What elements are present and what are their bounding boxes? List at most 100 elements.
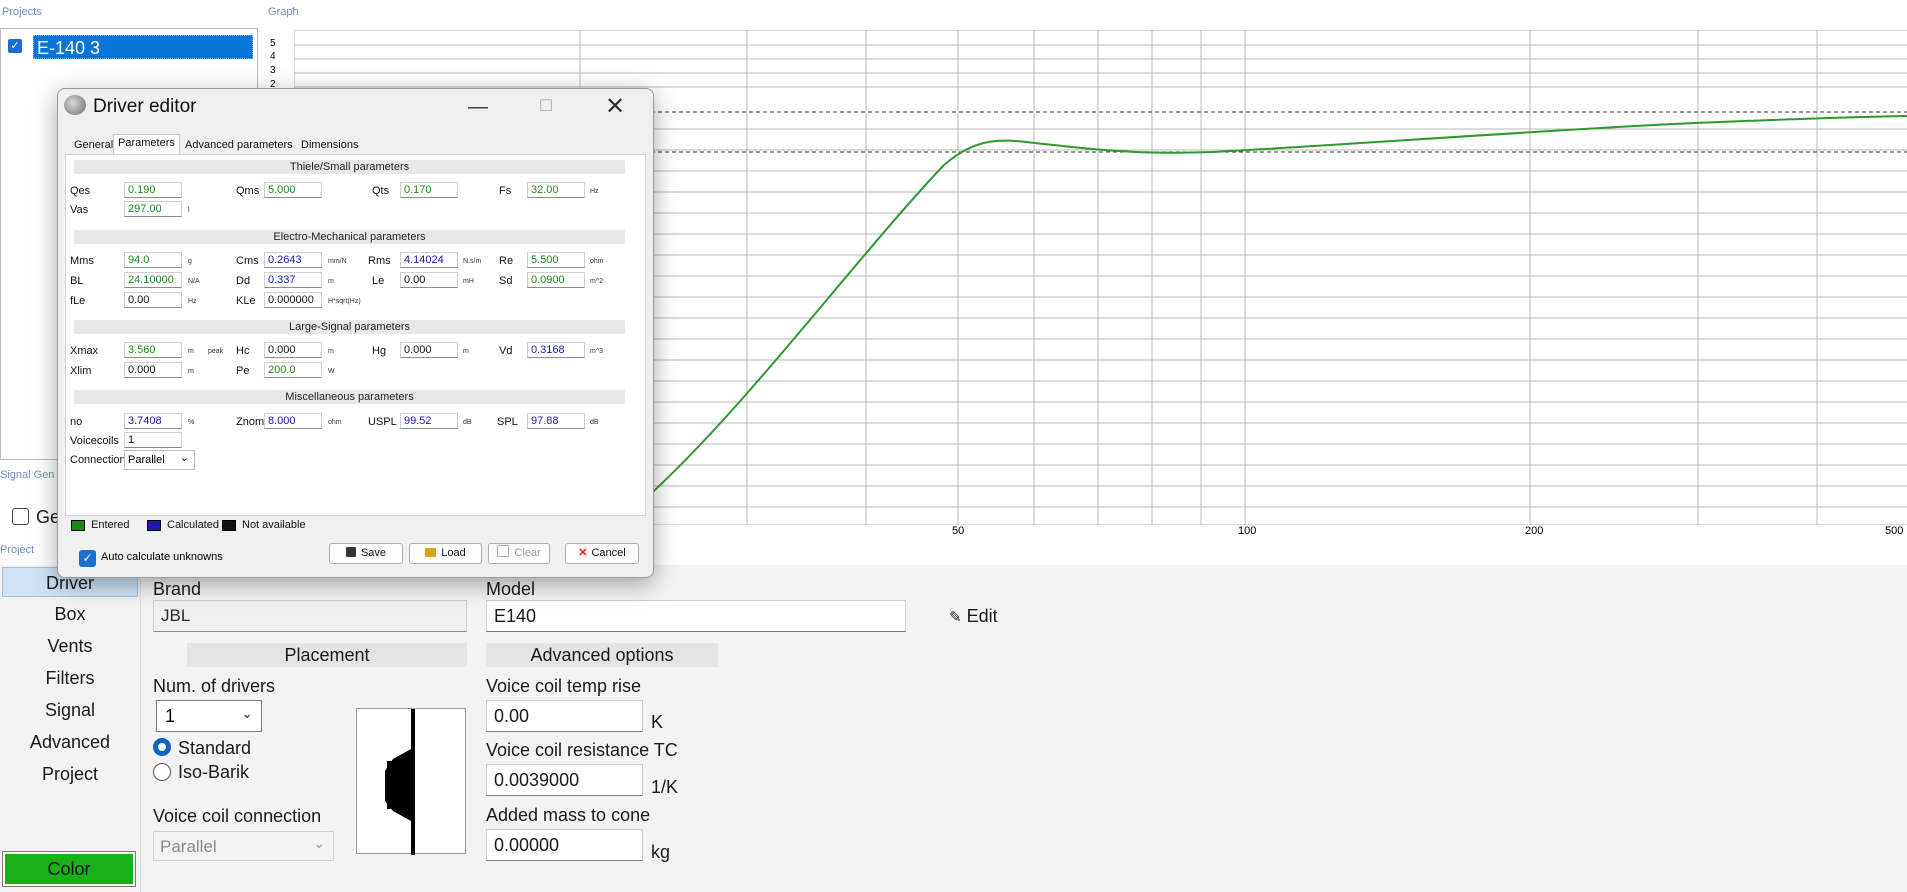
no-field[interactable]: 3.7408 <box>124 413 182 429</box>
brand-field[interactable]: JBL <box>153 600 467 632</box>
tab-dimensions[interactable]: Dimensions <box>297 137 362 154</box>
mms-field[interactable]: 94.0 <box>124 252 182 268</box>
model-field[interactable]: E140 <box>486 600 906 632</box>
param-label: no <box>70 416 83 428</box>
advanced-options-header: Advanced options <box>486 643 718 667</box>
cancel-label: Cancel <box>591 547 626 559</box>
param-label: Xlim <box>70 365 92 377</box>
vc-temp-field[interactable]: 0.00 <box>486 700 643 732</box>
fle-field[interactable]: 0.00 <box>124 292 182 308</box>
legend-na-label: Not available <box>242 519 306 531</box>
voicecoils-field[interactable]: 1 <box>124 432 182 448</box>
qms-field[interactable]: 5.000 <box>264 182 322 198</box>
hc-field[interactable]: 0.000 <box>264 342 322 358</box>
dialog-title: Driver editor <box>93 96 197 117</box>
re-field[interactable]: 5.500 <box>527 252 585 268</box>
param-label: Re <box>499 255 514 267</box>
connection-value: Parallel <box>128 454 165 466</box>
nav-filters[interactable]: Filters <box>2 663 138 693</box>
hg-field[interactable]: 0.000 <box>400 342 458 358</box>
num-drivers-select[interactable]: 1 ⌄ <box>156 700 262 732</box>
param-unit: ohm <box>590 258 604 265</box>
param-unit: m <box>188 368 194 375</box>
param-unit: Hz <box>590 188 599 195</box>
qes-field[interactable]: 0.190 <box>124 182 182 198</box>
cancel-button[interactable]: ✕ Cancel <box>565 543 639 564</box>
param-unit: dB <box>463 419 472 426</box>
cms-field[interactable]: 0.2643 <box>264 252 322 268</box>
group-miscellaneous: Miscellaneous parameters <box>74 390 625 404</box>
group-thiele-small: Thiele/Small parameters <box>74 160 625 174</box>
dialog-titlebar[interactable]: Driver editor — ☐ ✕ <box>58 89 653 125</box>
vd-field[interactable]: 0.3168 <box>527 342 585 358</box>
y-tick-label: 4 <box>270 51 276 62</box>
vc-connection-label: Voice coil connection <box>153 806 322 826</box>
vc-tc-field[interactable]: 0.0039000 <box>486 764 643 796</box>
znom-field[interactable]: 8.000 <box>264 413 322 429</box>
color-button-label: Color <box>5 854 133 884</box>
project-item[interactable]: E-140 3 <box>33 35 253 59</box>
uspl-field[interactable]: 99.52 <box>400 413 458 429</box>
nav-project[interactable]: Project <box>2 759 138 789</box>
added-mass-field[interactable]: 0.00000 <box>486 829 643 861</box>
param-label: Hc <box>236 345 250 357</box>
edit-button[interactable]: ✎ Edit <box>949 606 998 627</box>
radio-standard[interactable] <box>153 738 171 756</box>
legend-calculated-label: Calculated <box>167 519 219 531</box>
close-icon[interactable]: ✕ <box>595 93 635 121</box>
connection-select[interactable]: Parallel ⌄ <box>124 450 195 470</box>
nav-box[interactable]: Box <box>2 599 138 629</box>
added-mass-label: Added mass to cone <box>486 805 651 825</box>
graph-label: Graph <box>268 6 299 18</box>
param-label: Voicecoils <box>70 435 119 447</box>
param-unit: m^3 <box>590 348 604 355</box>
save-button[interactable]: Save <box>329 543 403 564</box>
radio-isobarik[interactable] <box>153 763 171 781</box>
qts-field[interactable]: 0.170 <box>400 182 458 198</box>
le-field[interactable]: 0.00 <box>400 272 458 288</box>
response-curve <box>643 115 1907 501</box>
vas-field[interactable]: 297.00 <box>124 201 182 217</box>
auto-calc-checkbox[interactable]: ✓ <box>79 550 96 567</box>
vc-connection-select[interactable]: Parallel ⌄ <box>153 831 334 861</box>
x-tick-label: 500 <box>1885 525 1904 537</box>
minimize-icon[interactable]: — <box>458 93 498 121</box>
group-large-signal: Large-Signal parameters <box>74 320 625 334</box>
bl-field[interactable]: 24.10000 <box>124 272 182 288</box>
param-label: Rms <box>368 255 391 267</box>
tab-parameters[interactable]: Parameters <box>113 134 180 155</box>
spl-field[interactable]: 97.88 <box>527 413 585 429</box>
signal-gen-label: Signal Gen <box>0 469 55 481</box>
vc-temp-label: Voice coil temp rise <box>486 676 642 696</box>
dd-field[interactable]: 0.337 <box>264 272 322 288</box>
nav-vents[interactable]: Vents <box>2 631 138 661</box>
pe-field[interactable]: 200.0 <box>264 362 322 378</box>
sd-field[interactable]: 0.0900 <box>527 272 585 288</box>
nav-advanced[interactable]: Advanced <box>2 727 138 757</box>
tab-general[interactable]: General <box>70 137 117 154</box>
xlim-field[interactable]: 0.000 <box>124 362 182 378</box>
clear-button[interactable]: Clear <box>488 543 550 564</box>
nav-signal[interactable]: Signal <box>2 695 138 725</box>
maximize-icon[interactable]: ☐ <box>526 93 566 121</box>
color-button[interactable]: Color <box>2 851 136 887</box>
rms-field[interactable]: 4.14024 <box>400 252 458 268</box>
speaker-diagram-icon <box>385 709 415 855</box>
save-label: Save <box>360 547 387 559</box>
param-label: Mms <box>70 255 94 267</box>
load-button[interactable]: Load <box>409 543 482 564</box>
group-electro-mechanical: Electro-Mechanical parameters <box>74 230 625 244</box>
tab-advanced-parameters[interactable]: Advanced parameters <box>181 137 297 154</box>
kle-field[interactable]: 0.000000 <box>264 292 322 308</box>
project-checkbox[interactable]: ✓ <box>8 39 22 53</box>
xmax-field[interactable]: 3.560 <box>124 342 182 358</box>
signal-gen-checkbox[interactable] <box>12 508 29 525</box>
radio-standard-label: Standard <box>178 738 252 758</box>
x-tick-label: 100 <box>1238 525 1257 537</box>
param-label: Le <box>372 275 385 287</box>
x-tick-label: 50 <box>952 525 965 537</box>
param-unit: l <box>188 207 190 214</box>
fs-field[interactable]: 32.00 <box>527 182 585 198</box>
param-unit: m^2 <box>590 278 604 285</box>
param-label: KLe <box>236 295 256 307</box>
